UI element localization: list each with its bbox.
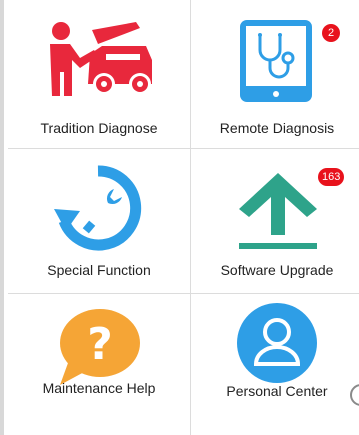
tile-label: Maintenance Help [42,380,156,396]
mechanic-car-icon [50,22,152,96]
user-profile-icon [237,303,317,383]
tile-label: Remote Diagnosis [219,120,335,136]
personal-center-tile[interactable]: Personal Center [191,294,359,435]
main-menu-grid: Tradition Diagnose 2 Remote Diagnosis Sp… [0,0,359,435]
tile-label: Software Upgrade [220,262,334,278]
svg-text:?: ? [87,319,113,370]
tradition-diagnose-tile[interactable]: Tradition Diagnose [8,0,190,148]
tile-label: Personal Center [226,383,328,399]
tile-label: Tradition Diagnose [40,120,158,136]
tile-label: Special Function [47,262,151,278]
question-bubble-icon: ? [60,309,140,385]
wrench-reset-icon [54,165,142,251]
software-upgrade-tile[interactable]: 163 Software Upgrade [191,149,359,293]
tablet-stethoscope-icon [240,20,312,102]
remote-diagnosis-tile[interactable]: 2 Remote Diagnosis [191,0,359,148]
upload-arrow-icon [239,173,317,249]
notification-badge: 2 [322,24,340,42]
maintenance-help-tile[interactable]: ? Maintenance Help [8,294,190,435]
special-function-tile[interactable]: Special Function [8,149,190,293]
notification-badge: 163 [318,168,345,186]
